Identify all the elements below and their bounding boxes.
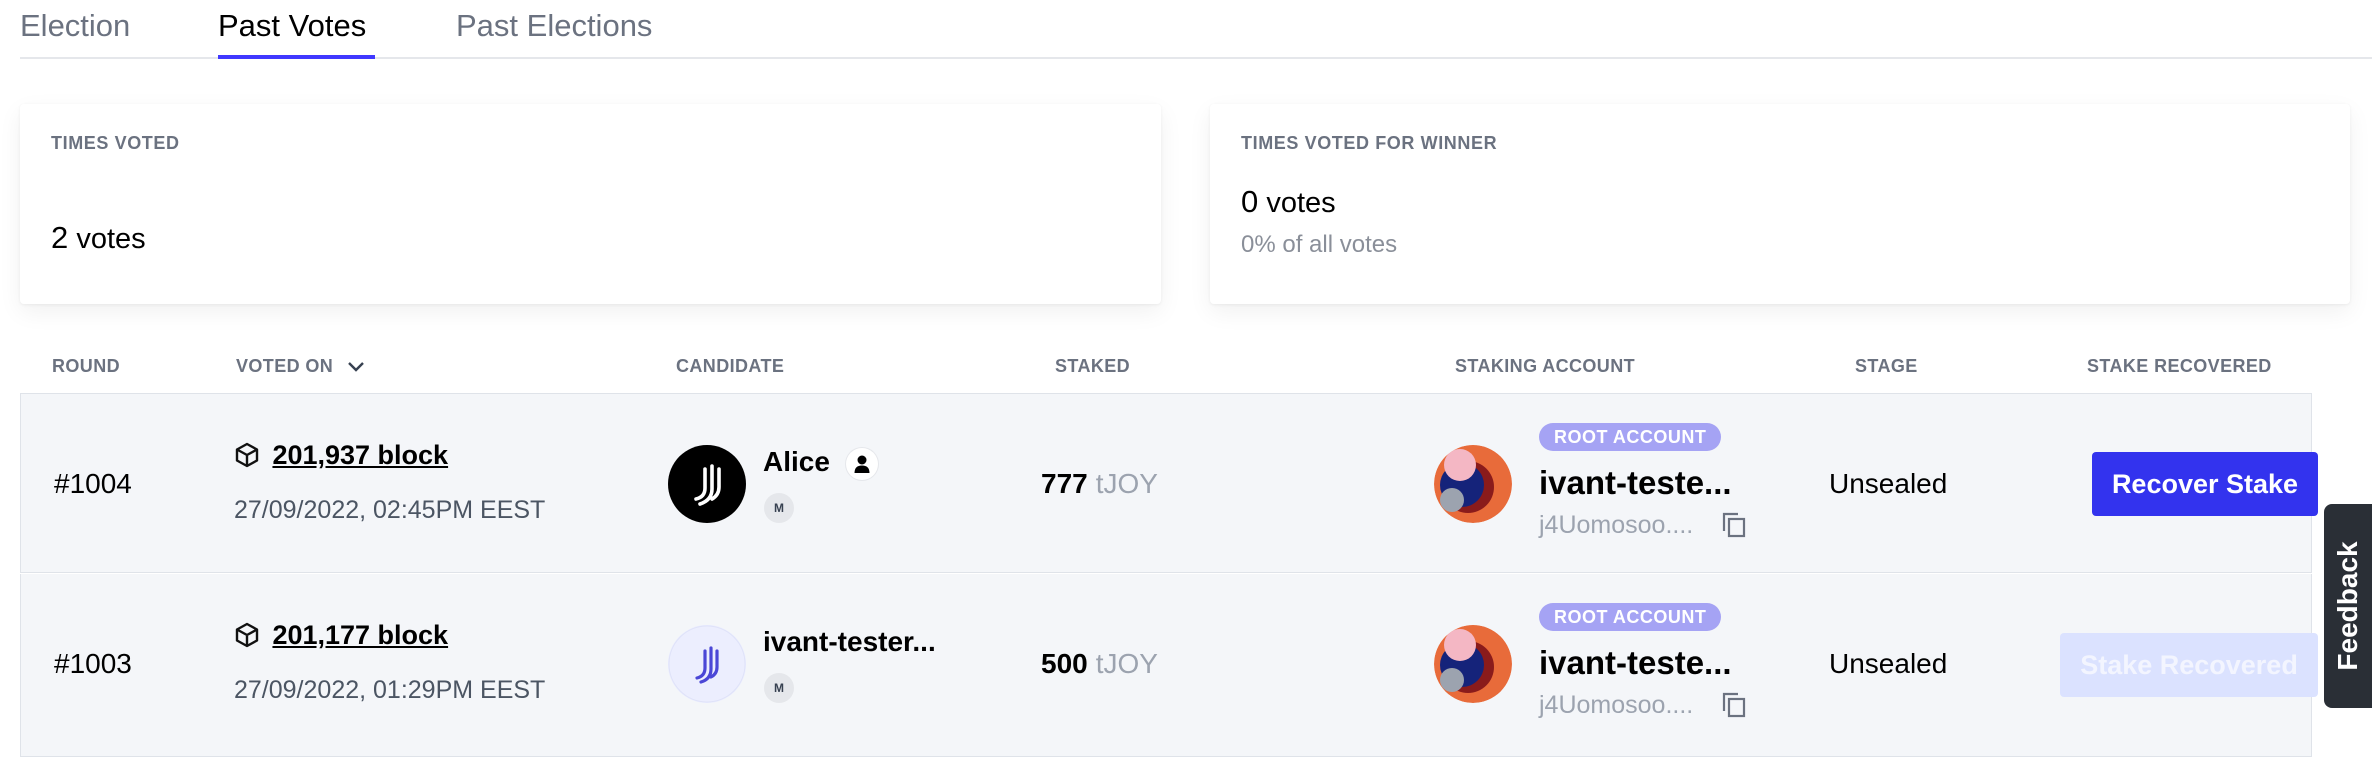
member-badge: M xyxy=(764,673,794,703)
times-voted-winner-number: 0 xyxy=(1241,184,1259,219)
block-cube-icon xyxy=(234,622,260,653)
header-voted-on-label: VOTED ON xyxy=(236,356,334,376)
times-voted-number: 2 xyxy=(51,220,69,255)
candidate-name[interactable]: ivant-tester... xyxy=(763,626,936,658)
account-name: ivant-teste... xyxy=(1539,644,1732,681)
copy-icon[interactable] xyxy=(1720,511,1748,546)
voted-block: 201,177 block xyxy=(234,620,448,653)
block-link[interactable]: 201,177 block xyxy=(272,620,448,650)
member-badge: M xyxy=(764,493,794,523)
times-voted-value: 2 votes xyxy=(51,220,146,256)
vote-date: 27/09/2022, 01:29PM EEST xyxy=(234,676,546,704)
chevron-down-icon xyxy=(347,357,365,378)
table-row: #1004 201,937 block 27/09/2022, 02:45PM … xyxy=(20,393,2318,573)
account-address: j4Uomosoo.... xyxy=(1539,691,1694,719)
account-name: ivant-teste... xyxy=(1539,464,1732,501)
copy-icon[interactable] xyxy=(1720,691,1748,726)
root-account-label: ROOT ACCOUNT xyxy=(1539,603,1722,631)
tab-bar: Election Past Votes Past Elections xyxy=(0,0,2372,60)
header-round: ROUND xyxy=(52,356,120,376)
stage-status: Unsealed xyxy=(1829,468,1948,499)
candidate-name-row: Alice xyxy=(763,446,878,480)
staked-value: 500 xyxy=(1041,648,1088,679)
identicon-icon xyxy=(1434,625,1512,703)
header-staking-account: STAKING ACCOUNT xyxy=(1455,356,1635,376)
root-account-badge: ROOT ACCOUNT xyxy=(1539,603,1722,631)
table-row: #1003 201,177 block 27/09/2022, 01:29PM … xyxy=(20,574,2318,757)
header-stage: STAGE xyxy=(1855,356,1918,376)
times-voted-winner-card: TIMES VOTED FOR WINNER 0 votes 0% of all… xyxy=(1210,104,2350,304)
identicon-icon xyxy=(1434,445,1512,523)
voted-block: 201,937 block xyxy=(234,440,448,473)
tab-past-elections[interactable]: Past Elections xyxy=(456,8,652,44)
times-voted-winner-percent: 0% of all votes xyxy=(1241,231,1398,258)
candidate-name[interactable]: Alice xyxy=(763,446,830,477)
account-address: j4Uomosoo.... xyxy=(1539,511,1694,539)
round-number: #1004 xyxy=(54,468,132,499)
feedback-label: Feedback xyxy=(2332,541,2363,671)
staked-unit: tJOY xyxy=(1095,648,1158,679)
tab-election[interactable]: Election xyxy=(20,8,130,44)
stage-status: Unsealed xyxy=(1829,648,1948,679)
recover-stake-button[interactable]: Recover Stake xyxy=(2092,452,2318,516)
stake-recovered-button[interactable]: Stake Recovered xyxy=(2060,633,2318,697)
header-stake-recovered: STAKE RECOVERED xyxy=(2087,356,2272,376)
root-account-badge: ROOT ACCOUNT xyxy=(1539,423,1722,451)
times-voted-winner-value: 0 votes xyxy=(1241,184,1336,220)
root-account-label: ROOT ACCOUNT xyxy=(1539,423,1722,451)
times-voted-card: TIMES VOTED 2 votes xyxy=(20,104,1161,304)
person-icon xyxy=(845,447,878,480)
active-tab-indicator xyxy=(218,55,375,59)
staked-amount: 777 tJOY xyxy=(1041,468,1158,500)
joystream-logo-icon xyxy=(668,445,746,523)
tab-past-votes[interactable]: Past Votes xyxy=(218,8,366,44)
vote-date: 27/09/2022, 02:45PM EEST xyxy=(234,496,546,524)
block-link[interactable]: 201,937 block xyxy=(272,440,448,470)
times-voted-label: TIMES VOTED xyxy=(51,133,180,153)
staked-unit: tJOY xyxy=(1095,468,1158,499)
feedback-tab[interactable]: Feedback xyxy=(2324,504,2372,708)
joystream-logo-icon xyxy=(668,625,746,703)
header-staked: STAKED xyxy=(1055,356,1131,376)
staked-amount: 500 tJOY xyxy=(1041,648,1158,680)
account-address-row: j4Uomosoo.... xyxy=(1539,691,1748,726)
times-voted-unit: votes xyxy=(76,223,146,255)
header-candidate: CANDIDATE xyxy=(676,356,785,376)
header-voted-on[interactable]: VOTED ON xyxy=(236,356,365,378)
round-number: #1003 xyxy=(54,648,132,679)
account-address-row: j4Uomosoo.... xyxy=(1539,511,1748,546)
staked-value: 777 xyxy=(1041,468,1088,499)
times-voted-winner-unit: votes xyxy=(1266,187,1336,219)
times-voted-winner-label: TIMES VOTED FOR WINNER xyxy=(1241,133,1498,153)
block-cube-icon xyxy=(234,442,260,473)
